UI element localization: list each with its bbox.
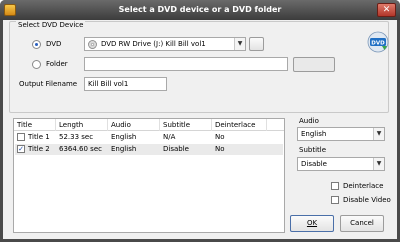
folder-radio-label: Folder (46, 60, 68, 68)
subtitle-label: Subtitle (299, 146, 327, 154)
output-filename-label: Output Filename (19, 80, 78, 88)
group-legend: Select DVD Device (16, 21, 86, 29)
cell-audio: English (111, 145, 137, 153)
list-header: Title Length Audio Subtitle Deinterlace (14, 119, 284, 131)
browse-folder-button[interactable] (293, 57, 335, 72)
title-2-checkbox[interactable]: ✓ (17, 145, 25, 153)
output-filename-input[interactable]: Kill Bill vol1 (84, 77, 167, 91)
dvd-radio[interactable] (32, 40, 41, 49)
titles-list[interactable]: Title Length Audio Subtitle Deinterlace … (13, 118, 285, 233)
ok-button[interactable]: OK (290, 215, 334, 232)
refresh-drive-button[interactable] (249, 37, 264, 51)
audio-select[interactable]: English ▼ (297, 127, 385, 141)
cancel-button[interactable]: Cancel (340, 215, 384, 232)
title-bar[interactable]: Select a DVD device or a DVD folder ✕ (0, 0, 400, 20)
cell-title: Title 2 (28, 145, 50, 153)
chevron-down-icon[interactable]: ▼ (373, 158, 384, 170)
close-icon[interactable]: ✕ (377, 3, 396, 17)
dialog-body: Select DVD Device DVD DVD RW Drive (J:) … (3, 20, 397, 239)
folder-path-input[interactable] (84, 57, 288, 71)
disable-video-label: Disable Video (343, 196, 391, 204)
column-header-subtitle[interactable]: Subtitle (160, 119, 212, 131)
cell-deinterlace: No (215, 133, 225, 141)
deinterlace-label: Deinterlace (343, 182, 384, 190)
subtitle-select[interactable]: Disable ▼ (297, 157, 385, 171)
window-title: Select a DVD device or a DVD folder (118, 5, 282, 14)
dvd-drive-select[interactable]: DVD RW Drive (J:) Kill Bill vol1 ▼ (84, 37, 246, 51)
dialog-window: Select a DVD device or a DVD folder ✕ Se… (0, 0, 400, 242)
cell-subtitle: Disable (163, 145, 189, 153)
dvd-drive-value: DVD RW Drive (J:) Kill Bill vol1 (101, 40, 206, 48)
table-row[interactable]: Title 1 52.33 sec English N/A No (15, 132, 283, 143)
dvd-logo-icon: DVD (367, 31, 389, 53)
dvd-radio-label: DVD (46, 40, 62, 48)
column-header-length[interactable]: Length (56, 119, 108, 131)
chevron-down-icon[interactable]: ▼ (373, 128, 384, 140)
cell-deinterlace: No (215, 145, 225, 153)
title-1-checkbox[interactable] (17, 133, 25, 141)
disable-video-checkbox[interactable] (331, 196, 339, 204)
cell-audio: English (111, 133, 137, 141)
cell-length: 6364.60 sec (59, 145, 102, 153)
dvd-device-group: Select DVD Device DVD DVD RW Drive (J:) … (9, 21, 389, 113)
svg-text:DVD: DVD (371, 40, 385, 46)
deinterlace-checkbox[interactable] (331, 182, 339, 190)
chevron-down-icon[interactable]: ▼ (234, 38, 245, 50)
cell-title: Title 1 (28, 133, 50, 141)
column-header-deinterlace[interactable]: Deinterlace (212, 119, 267, 131)
audio-label: Audio (299, 117, 319, 125)
table-row[interactable]: ✓ Title 2 6364.60 sec English Disable No (15, 144, 283, 155)
column-header-title[interactable]: Title (14, 119, 56, 131)
cell-subtitle: N/A (163, 133, 176, 141)
folder-radio[interactable] (32, 60, 41, 69)
cd-drive-icon (88, 40, 97, 49)
column-header-audio[interactable]: Audio (108, 119, 160, 131)
cell-length: 52.33 sec (59, 133, 94, 141)
